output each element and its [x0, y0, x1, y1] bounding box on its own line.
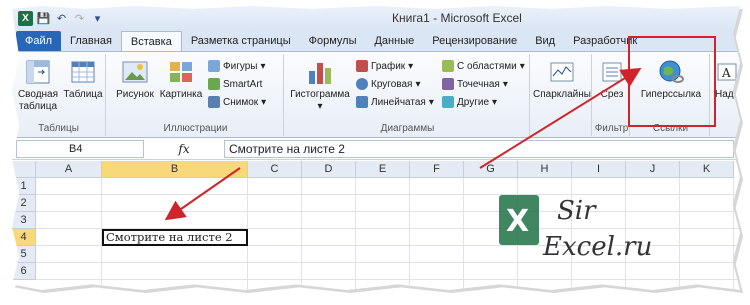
annotation-arrows	[164, 67, 642, 221]
arrow-to-hyperlink	[479, 67, 642, 169]
arrow-to-cell	[164, 167, 241, 221]
